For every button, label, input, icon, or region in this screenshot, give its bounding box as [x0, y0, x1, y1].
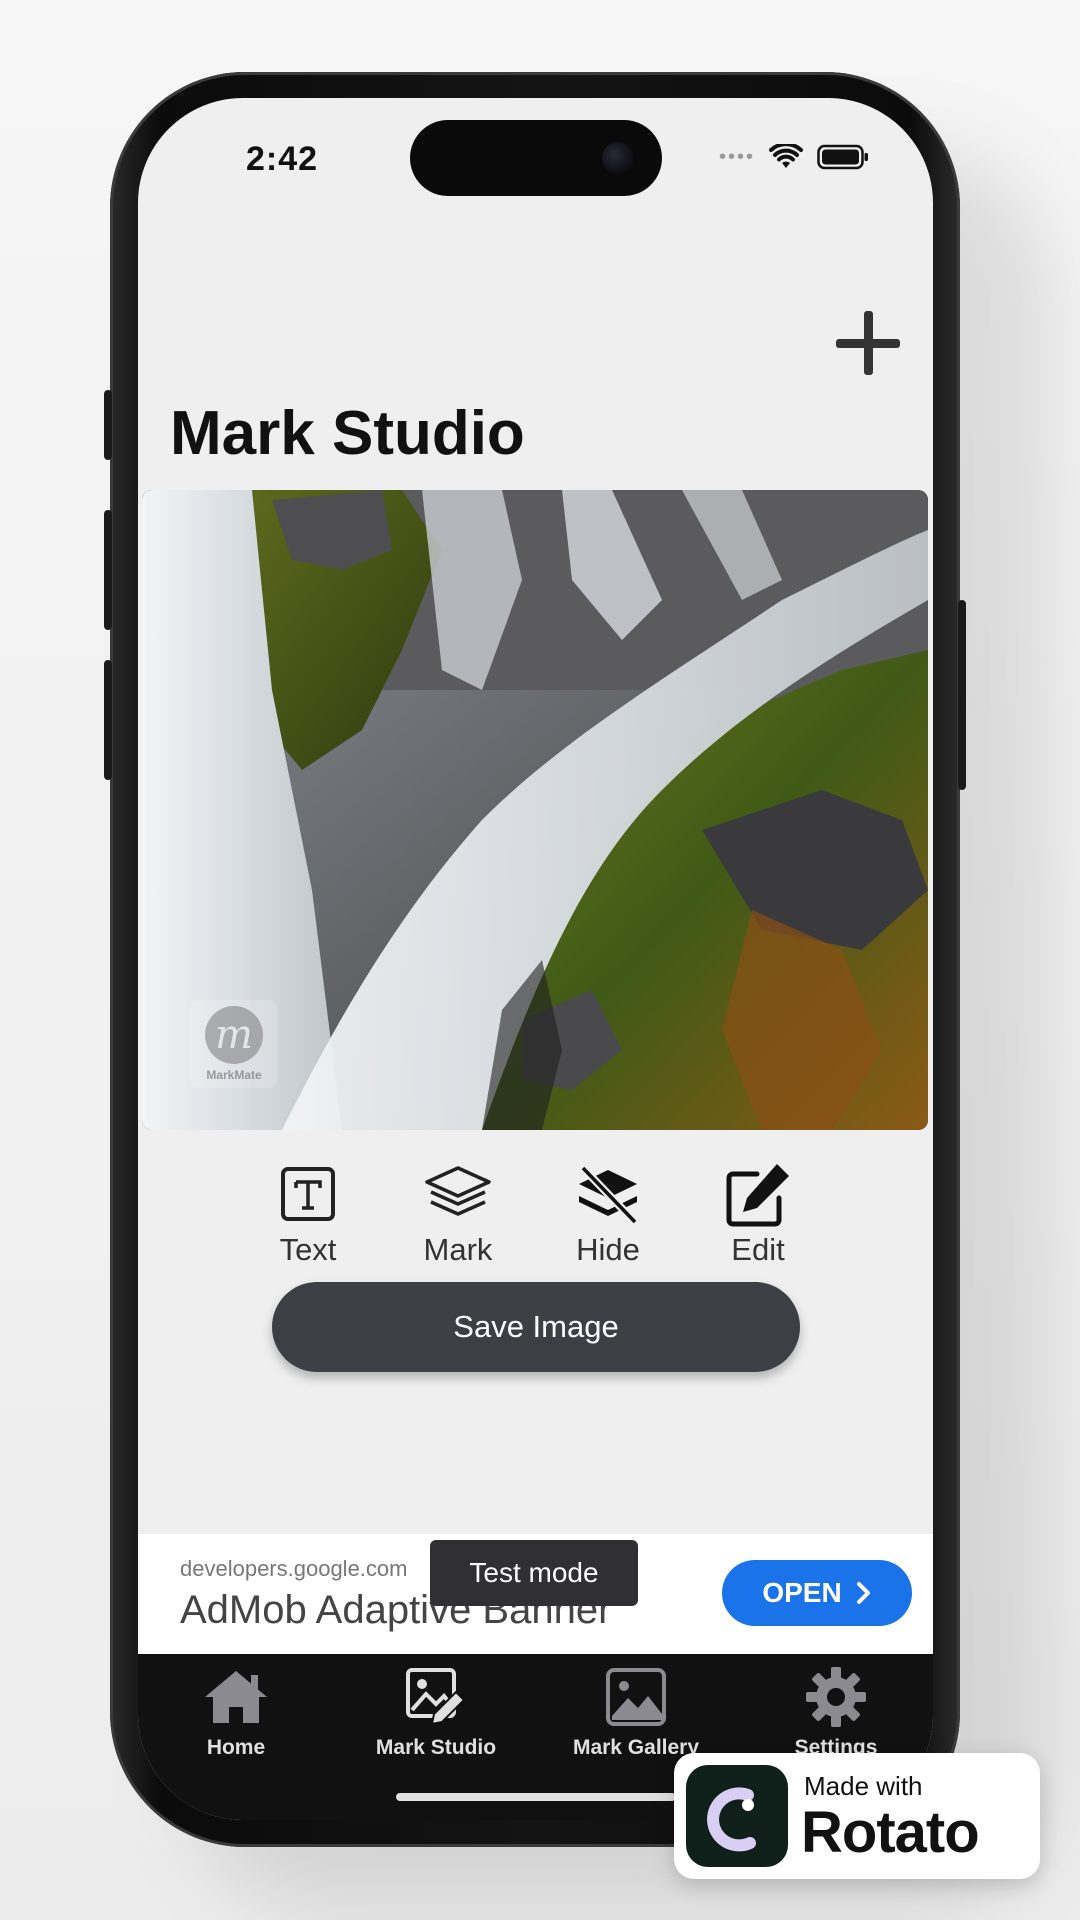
phone-side-button: [104, 390, 112, 460]
status-bar: 2:42 ••••: [138, 98, 933, 218]
app-screen: 2:42 •••• Mark Studio m MarkMate Text Ma…: [138, 98, 933, 1820]
gallery-icon: [606, 1668, 666, 1726]
rotato-brand-text: Rotato: [801, 1800, 980, 1865]
tool-edit[interactable]: Edit: [703, 1158, 813, 1268]
home-icon: [205, 1671, 267, 1723]
test-mode-badge: Test mode: [430, 1540, 638, 1606]
markmate-watermark: m MarkMate: [190, 1000, 278, 1088]
rotato-logo-icon: [686, 1765, 788, 1867]
page-title: Mark Studio: [170, 399, 525, 468]
tab-home-label: Home: [206, 1736, 266, 1759]
markmate-logo-icon: m: [205, 1006, 263, 1064]
tab-mark-studio[interactable]: Mark Studio: [351, 1662, 521, 1760]
add-button[interactable]: [833, 308, 903, 378]
tab-mark-gallery[interactable]: Mark Gallery: [551, 1662, 721, 1760]
rotato-small-text: Made with: [804, 1771, 923, 1801]
made-with-rotato-badge: Made with Rotato: [674, 1753, 1040, 1879]
tab-home[interactable]: Home: [151, 1662, 321, 1760]
ad-open-label: OPEN: [762, 1577, 842, 1608]
tool-mark-label: Mark: [423, 1232, 493, 1267]
ad-domain: developers.google.com: [180, 1556, 408, 1581]
tool-edit-label: Edit: [731, 1232, 785, 1267]
phone-side-button: [104, 660, 112, 780]
ad-banner[interactable]: developers.google.com AdMob Adaptive Ban…: [138, 1534, 933, 1654]
wifi-icon: [769, 144, 803, 168]
photo-preview[interactable]: m MarkMate: [142, 490, 928, 1130]
tool-text-label: Text: [279, 1232, 337, 1267]
gear-icon: [806, 1667, 866, 1727]
phone-side-button: [104, 510, 112, 630]
tab-mark-gallery-label: Mark Gallery: [572, 1736, 700, 1759]
home-indicator: [396, 1793, 676, 1801]
mark-studio-icon: [406, 1668, 466, 1726]
phone-side-button: [958, 600, 966, 790]
tool-text[interactable]: Text: [253, 1158, 363, 1268]
layers-off-icon: [579, 1165, 638, 1225]
chevron-right-icon: [856, 1582, 870, 1604]
ad-open-button[interactable]: OPEN: [722, 1560, 912, 1626]
camera-icon: [602, 142, 634, 174]
status-time: 2:42: [246, 140, 319, 178]
tool-hide[interactable]: Hide: [553, 1158, 663, 1268]
text-box-icon: [281, 1167, 335, 1221]
layers-icon: [425, 1166, 491, 1216]
status-icons: ••••: [719, 144, 869, 170]
tool-mark[interactable]: Mark: [403, 1158, 513, 1268]
tool-hide-label: Hide: [576, 1232, 640, 1267]
edit-icon: [726, 1164, 789, 1227]
battery-icon: [817, 144, 868, 170]
signal-icon: ••••: [718, 145, 755, 168]
save-image-button[interactable]: Save Image: [272, 1282, 800, 1372]
tab-mark-studio-label: Mark Studio: [375, 1736, 497, 1759]
watermark-label: MarkMate: [206, 1068, 262, 1082]
tool-row: Text Mark Hide Edit: [253, 1158, 813, 1268]
tab-settings[interactable]: Settings: [751, 1662, 921, 1760]
dynamic-island: [410, 120, 662, 196]
